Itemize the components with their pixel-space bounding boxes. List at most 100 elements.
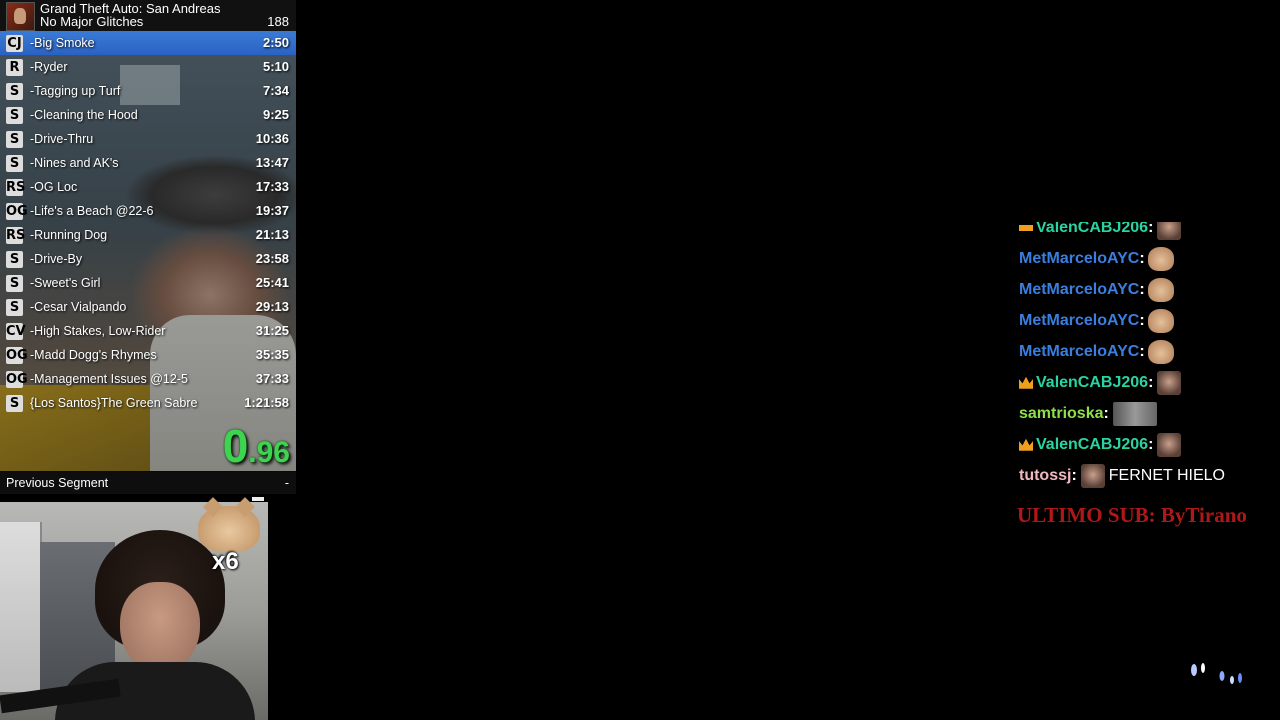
chat-message: tutossj: FERNET HIELO <box>1019 462 1225 490</box>
split-time: 21:13 <box>255 227 289 242</box>
cat-emote-icon <box>1147 277 1174 302</box>
previous-segment-value: - <box>284 476 289 490</box>
split-icon: OG <box>6 203 28 220</box>
split-icon: OG <box>6 371 28 388</box>
attempt-count: 188 <box>267 14 289 29</box>
cat-emote-icon <box>198 506 260 552</box>
split-name: -Nines and AK's <box>30 156 119 170</box>
chat-message: MetMarceloAYC: <box>1019 245 1174 273</box>
split-name: -Management Issues @12-5 <box>30 372 188 386</box>
chat-message: ValenCABJ206: <box>1019 431 1182 459</box>
chat-colon: : <box>1148 222 1154 236</box>
split-icon: R <box>6 59 23 76</box>
split-row: OG -Life's a Beach @22-6 19:37 <box>0 199 296 223</box>
split-row: CV -High Stakes, Low-Rider 31:25 <box>0 319 296 343</box>
emote-combo-count: x6 <box>212 548 239 575</box>
split-name: -OG Loc <box>30 180 78 194</box>
timer-fraction: .96 <box>248 436 290 469</box>
chat-username: tutossj <box>1019 467 1072 484</box>
split-time: 17:33 <box>255 179 289 194</box>
split-row: S -Cleaning the Hood 9:25 <box>0 103 296 127</box>
split-row: S {Los Santos}The Green Sabre 1:21:58 <box>0 391 296 415</box>
split-name: -Big Smoke <box>30 36 95 50</box>
chat-colon: : <box>1148 374 1154 391</box>
split-time: 31:25 <box>255 323 289 338</box>
chat-message: ValenCABJ206: <box>1019 369 1182 397</box>
split-time: 29:13 <box>255 299 289 314</box>
crown-icon <box>1019 224 1033 231</box>
split-time: 23:58 <box>255 251 289 266</box>
split-icon: S <box>6 299 23 316</box>
split-name: -Cesar Vialpando <box>30 300 127 314</box>
cat-emote-icon <box>1147 308 1174 333</box>
crown-icon <box>1019 376 1033 389</box>
chat-colon: : <box>1139 250 1145 267</box>
split-icon: S <box>6 395 23 412</box>
split-icon: S <box>6 83 23 100</box>
split-icon: S <box>6 251 23 268</box>
split-row: S -Tagging up Turf 7:34 <box>0 79 296 103</box>
chat-message: MetMarceloAYC: <box>1019 276 1174 304</box>
chat-colon: : <box>1139 343 1145 360</box>
chat-message: MetMarceloAYC: <box>1019 307 1174 335</box>
chat-message: ValenCABJ206: <box>1019 222 1182 242</box>
split-icon: RS <box>6 179 26 196</box>
run-timer: 0.96 <box>223 420 290 479</box>
chat-username: MetMarceloAYC <box>1019 281 1140 298</box>
split-name: -Madd Dogg's Rhymes <box>30 348 157 362</box>
split-time: 2:50 <box>262 35 289 50</box>
split-icon: S <box>6 131 23 148</box>
split-name: -Life's a Beach @22-6 <box>30 204 154 218</box>
chat-username: MetMarceloAYC <box>1019 250 1140 267</box>
cat-emote-icon <box>1147 339 1174 364</box>
split-name: {Los Santos}The Green Sabre <box>30 396 198 410</box>
split-icon: S <box>6 155 23 172</box>
run-category: No Major Glitches <box>40 14 144 29</box>
split-time: 35:35 <box>255 347 289 362</box>
chat-colon: : <box>1139 312 1145 329</box>
split-time: 25:41 <box>255 275 289 290</box>
split-row: S -Nines and AK's 13:47 <box>0 151 296 175</box>
split-row: S -Drive-By 23:58 <box>0 247 296 271</box>
split-name: -Sweet's Girl <box>30 276 101 290</box>
cat-emote-icon <box>1147 246 1174 271</box>
face-emote-icon <box>1157 222 1182 240</box>
chat-username: samtrioska <box>1019 405 1104 422</box>
chat-colon: : <box>1103 405 1109 422</box>
game-cover-icon <box>6 2 35 31</box>
split-row: RS -Running Dog 21:13 <box>0 223 296 247</box>
wide-emote-icon <box>1112 401 1157 426</box>
split-row: S -Cesar Vialpando 29:13 <box>0 295 296 319</box>
last-sub-banner: ULTIMO SUB: ByTirano <box>1017 503 1247 527</box>
chat-colon: : <box>1148 436 1154 453</box>
split-name: -Cleaning the Hood <box>30 108 138 122</box>
split-icon: CV <box>6 323 26 340</box>
chat-username: ValenCABJ206 <box>1036 374 1149 391</box>
split-name: -Running Dog <box>30 228 108 242</box>
chat-username: ValenCABJ206 <box>1036 222 1149 236</box>
split-list: CJ -Big Smoke 2:50 R -Ryder 5:10 S -Tagging up … <box>0 31 296 415</box>
crown-icon <box>1019 438 1033 451</box>
split-icon: CJ <box>6 35 23 52</box>
chat-username: ValenCABJ206 <box>1036 436 1149 453</box>
split-name: -Ryder <box>30 60 68 74</box>
split-time: 7:34 <box>262 83 289 98</box>
chat-message: samtrioska: <box>1019 400 1157 428</box>
stream-overlay: Grand Theft Auto: San Andreas No Major G… <box>0 0 1280 720</box>
split-row: S -Drive-Thru 10:36 <box>0 127 296 151</box>
split-name: -Drive-Thru <box>30 132 94 146</box>
chat-colon: : <box>1071 467 1077 484</box>
face-emote-icon <box>1157 370 1182 395</box>
split-time: 1:21:58 <box>244 395 289 410</box>
split-row: OG -Management Issues @12-5 37:33 <box>0 367 296 391</box>
split-icon: RS <box>6 227 26 244</box>
split-icon: OG <box>6 347 28 364</box>
chat-username: MetMarceloAYC <box>1019 312 1140 329</box>
sparkle-icon <box>1191 663 1242 684</box>
split-row: OG -Madd Dogg's Rhymes 35:35 <box>0 343 296 367</box>
previous-segment: Previous Segment - <box>0 472 296 494</box>
split-time: 9:25 <box>262 107 289 122</box>
split-time: 10:36 <box>255 131 289 146</box>
split-row: R -Ryder 5:10 <box>0 55 296 79</box>
face-emote-icon <box>1080 463 1105 488</box>
